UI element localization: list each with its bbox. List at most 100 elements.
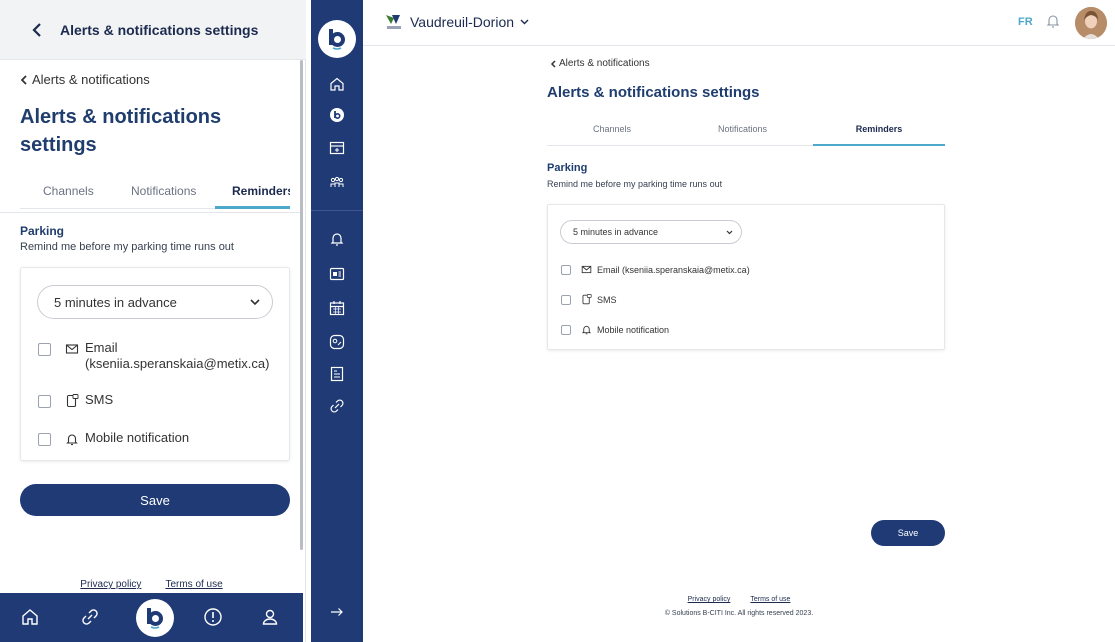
chevron-down-icon	[250, 298, 260, 305]
news-icon[interactable]	[329, 266, 345, 282]
email-label-text: Email	[85, 340, 118, 355]
sms-label: SMS	[85, 392, 114, 407]
section-title: Parking	[20, 224, 65, 238]
bell-icon[interactable]	[329, 231, 345, 247]
select-value: 5 minutes in advance	[573, 227, 659, 237]
home-icon[interactable]	[20, 607, 40, 627]
parking-section: Parking Remind me before my parking time…	[547, 162, 722, 189]
save-button[interactable]: Save	[871, 520, 945, 546]
email-checkbox[interactable]	[561, 264, 571, 275]
home-icon[interactable]	[329, 76, 345, 92]
payment-card-icon[interactable]	[329, 140, 345, 156]
privacy-policy-link[interactable]: Privacy policy	[688, 596, 731, 603]
mobile-view: Alerts & notifications settings Alerts &…	[0, 0, 306, 642]
back-link[interactable]: Alerts & notifications	[550, 58, 650, 69]
tab-notifications[interactable]: Notifications	[718, 124, 767, 134]
bell-icon[interactable]	[1045, 13, 1061, 29]
back-link-label: Alerts & notifications	[32, 72, 150, 87]
section-description: Remind me before my parking time runs ou…	[20, 241, 234, 253]
back-chevron-icon[interactable]	[30, 20, 44, 40]
footer: Privacy policy Terms of use © Solutions …	[363, 596, 1115, 617]
mail-icon	[581, 265, 592, 274]
sms-option[interactable]: SMS	[561, 294, 617, 305]
section-description: Remind me before my parking time runs ou…	[547, 179, 723, 189]
avatar[interactable]	[1075, 7, 1107, 39]
save-button[interactable]: Save	[20, 484, 290, 516]
mobile-top-bar: Alerts & notifications settings	[0, 0, 306, 60]
reminder-card: 5 minutes in advance Email (kseniia.sper…	[20, 267, 290, 461]
copyright: © Solutions B-CITI Inc. All rights reser…	[664, 610, 814, 617]
email-option[interactable]: Email (kseniia.speranskaia@metix.ca)	[561, 264, 750, 275]
community-icon[interactable]	[329, 175, 345, 191]
privacy-policy-link[interactable]: Privacy policy	[80, 579, 141, 590]
select-value: 5 minutes in advance	[54, 294, 177, 310]
mobile-notification-checkbox[interactable]	[561, 324, 571, 335]
tab-bar: Channels Notifications Reminders	[20, 182, 290, 209]
bell-icon	[66, 434, 78, 446]
city-name: Vaudreuil-Dorion	[410, 14, 515, 30]
mobile-notification-checkbox[interactable]	[38, 433, 51, 446]
document-icon[interactable]	[329, 366, 345, 382]
tab-channels[interactable]: Channels	[593, 124, 631, 134]
topbar-title: Alerts & notifications settings	[60, 21, 259, 38]
footer-links: Privacy policy Terms of use	[0, 579, 303, 590]
parking-section: Parking Remind me before my parking time…	[20, 224, 234, 253]
chevron-left-icon	[550, 59, 556, 68]
terms-of-use-link[interactable]: Terms of use	[750, 596, 790, 603]
email-label: Email (kseniia.speranskaia@metix.ca)	[597, 264, 750, 275]
reminder-time-select[interactable]: 5 minutes in advance	[37, 285, 273, 319]
tab-channels[interactable]: Channels	[43, 182, 94, 198]
b-citi-icon[interactable]	[329, 107, 345, 123]
mobile-notification-option[interactable]: Mobile notification	[561, 324, 669, 335]
link-icon[interactable]	[329, 398, 345, 414]
alert-icon[interactable]	[203, 607, 223, 627]
city-logo-icon	[386, 15, 401, 29]
page-title: Alerts & notifications settings	[547, 84, 760, 101]
mobile-notification-option[interactable]: Mobile notification	[38, 430, 189, 446]
expand-arrow-icon[interactable]	[329, 604, 345, 620]
tab-reminders[interactable]: Reminders	[813, 120, 945, 146]
desktop-header: Vaudreuil-Dorion FR	[363, 0, 1115, 46]
language-toggle[interactable]: FR	[1018, 16, 1033, 28]
footer-links: Privacy policy Terms of use	[363, 596, 1115, 603]
reminder-time-select[interactable]: 5 minutes in advance	[560, 220, 742, 244]
terms-of-use-link[interactable]: Terms of use	[165, 579, 222, 590]
phone-icon	[66, 394, 79, 408]
email-option[interactable]: Email (kseniia.speranskaia@metix.ca)	[38, 340, 269, 372]
sms-label: SMS	[597, 294, 617, 305]
email-checkbox[interactable]	[38, 343, 51, 356]
link-icon[interactable]	[80, 607, 100, 627]
sms-checkbox[interactable]	[561, 294, 571, 305]
desktop-sidebar	[311, 0, 363, 642]
b-citi-logo-icon[interactable]	[136, 599, 174, 637]
calendar-icon[interactable]	[329, 300, 345, 316]
desktop-main: Vaudreuil-Dorion FR Alerts & notificatio…	[363, 0, 1115, 642]
divider	[0, 212, 303, 213]
mobile-notification-label: Mobile notification	[85, 430, 190, 445]
b-citi-logo-icon[interactable]	[318, 20, 356, 58]
mail-icon	[65, 344, 79, 354]
section-title: Parking	[547, 162, 588, 174]
sms-option[interactable]: SMS	[38, 392, 113, 408]
tab-bar: Channels Notifications Reminders	[547, 120, 945, 146]
chevron-down-icon	[520, 19, 529, 25]
email-address: (kseniia.speranskaia@metix.ca)	[85, 356, 270, 371]
tab-reminders[interactable]: Reminders	[215, 182, 290, 209]
reminder-card: 5 minutes in advance Email (kseniia.sper…	[547, 204, 945, 350]
user-icon[interactable]	[260, 607, 280, 627]
chevron-down-icon	[726, 230, 733, 234]
chat-icon[interactable]	[329, 334, 345, 350]
email-label: Email (kseniia.speranskaia@metix.ca)	[85, 340, 269, 372]
phone-icon	[582, 294, 592, 305]
back-link[interactable]: Alerts & notifications	[20, 72, 150, 87]
back-link-label: Alerts & notifications	[559, 58, 650, 69]
tab-notifications[interactable]: Notifications	[131, 182, 196, 198]
scrollbar[interactable]	[300, 60, 303, 550]
bell-icon	[581, 325, 592, 335]
chevron-left-icon	[20, 74, 27, 85]
sms-checkbox[interactable]	[38, 395, 51, 408]
city-selector[interactable]: Vaudreuil-Dorion	[384, 12, 529, 32]
bottom-navigation	[0, 593, 303, 642]
sidebar-divider	[311, 210, 363, 211]
page-title: Alerts & notifications settings	[20, 106, 222, 156]
